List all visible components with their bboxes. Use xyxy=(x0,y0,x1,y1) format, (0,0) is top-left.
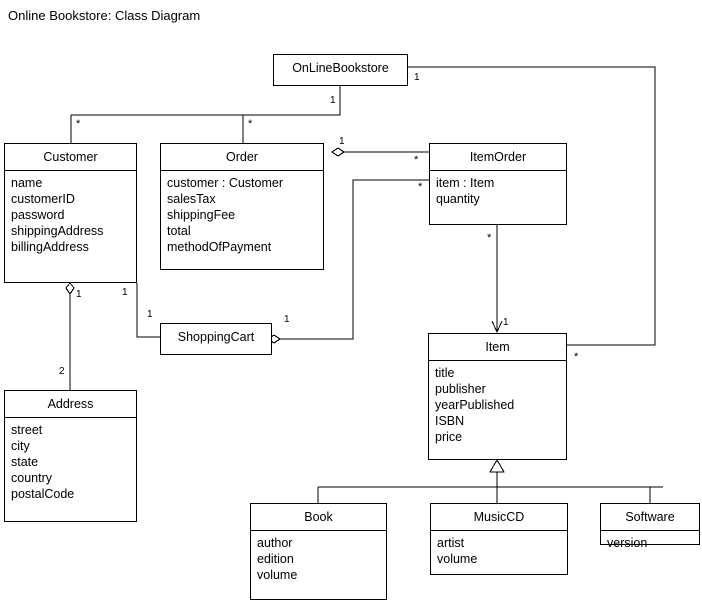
class-box-book[interactable]: Book author edition volume xyxy=(250,503,387,600)
attribute-item: postalCode xyxy=(11,487,75,501)
attribute-item: item : Item xyxy=(436,176,495,190)
class-name-customer: Customer xyxy=(43,150,98,164)
attribute-item: password xyxy=(11,208,65,222)
class-name-shoppingcart: ShoppingCart xyxy=(177,330,255,344)
attribute-item: edition xyxy=(257,552,294,566)
attribute-list-book: author edition volume xyxy=(251,531,386,587)
class-name-itemorder: ItemOrder xyxy=(469,150,527,164)
attribute-item: street xyxy=(11,423,43,437)
attribute-item: shippingAddress xyxy=(11,224,104,238)
class-name-address: Address xyxy=(47,397,94,411)
attribute-item: yearPublished xyxy=(435,398,515,412)
attribute-list-order: customer : Customer salesTax shippingFee… xyxy=(161,171,323,259)
attribute-item: version xyxy=(607,536,648,550)
class-box-item[interactable]: Item title publisher yearPublished ISBN … xyxy=(428,333,567,460)
multiplicity-label: 1 xyxy=(339,136,345,147)
multiplicity-label: 1 xyxy=(147,309,153,320)
diamond-customer xyxy=(65,282,75,295)
attribute-item: artist xyxy=(437,536,465,550)
multiplicity-label: * xyxy=(418,181,423,193)
attribute-item: title xyxy=(435,366,455,380)
attribute-item: volume xyxy=(257,568,298,582)
class-name-software: Software xyxy=(625,510,675,524)
multiplicity-label: 2 xyxy=(59,366,65,377)
class-box-musiccd[interactable]: MusicCD artist volume xyxy=(430,503,568,575)
attribute-list-musiccd: artist volume xyxy=(431,531,567,571)
multiplicity-label: 1 xyxy=(330,95,336,106)
attribute-item: methodOfPayment xyxy=(167,240,272,254)
class-box-customer[interactable]: Customer name customerID password shippi… xyxy=(4,143,137,283)
multiplicity-label: 1 xyxy=(76,289,82,300)
attribute-item: volume xyxy=(437,552,478,566)
multiplicity-label: * xyxy=(414,154,419,166)
multiplicity-label: 1 xyxy=(503,317,509,328)
edge-bookstore-bus xyxy=(71,86,341,116)
class-name-item: Item xyxy=(485,340,510,354)
attribute-item: state xyxy=(11,455,39,469)
attribute-item: billingAddress xyxy=(11,240,89,254)
attribute-item: author xyxy=(257,536,293,550)
attribute-item: city xyxy=(11,439,30,453)
attribute-item: country xyxy=(11,471,52,485)
generalization-triangle xyxy=(489,459,505,473)
multiplicity-label: * xyxy=(487,232,492,244)
attribute-list-customer: name customerID password shippingAddress… xyxy=(5,171,136,259)
attribute-list-itemorder: item : Item quantity xyxy=(430,171,566,211)
attribute-item: ISBN xyxy=(435,414,465,428)
class-name-musiccd: MusicCD xyxy=(473,510,525,524)
diamond-order xyxy=(331,147,345,157)
attribute-item: shippingFee xyxy=(167,208,236,222)
class-box-onlinebookstore[interactable]: OnLineBookstore xyxy=(273,54,408,86)
attribute-item: name xyxy=(11,176,43,190)
attribute-list-item: title publisher yearPublished ISBN price xyxy=(429,361,566,449)
class-box-shoppingcart[interactable]: ShoppingCart xyxy=(160,323,272,355)
class-name-onlinebookstore: OnLineBookstore xyxy=(292,61,389,75)
multiplicity-label: * xyxy=(574,351,579,363)
attribute-item: salesTax xyxy=(167,192,216,206)
class-diagram-canvas: Online Bookstore: Class Diagram OnLineBo… xyxy=(0,0,702,610)
multiplicity-label: 1 xyxy=(284,314,290,325)
class-box-itemorder[interactable]: ItemOrder item : Item quantity xyxy=(429,143,567,225)
attribute-list-software: version xyxy=(601,531,699,555)
class-box-order[interactable]: Order customer : Customer salesTax shipp… xyxy=(160,143,324,270)
attribute-list-address: street city state country postalCode xyxy=(5,418,136,506)
attribute-item: customerID xyxy=(11,192,75,206)
attribute-item: total xyxy=(167,224,191,238)
class-name-book: Book xyxy=(304,510,333,524)
multiplicity-label: 1 xyxy=(122,287,128,298)
class-name-order: Order xyxy=(226,150,258,164)
multiplicity-label: * xyxy=(76,118,81,130)
multiplicity-label: 1 xyxy=(414,72,420,83)
multiplicity-label: * xyxy=(248,118,253,130)
class-box-software[interactable]: Software version xyxy=(600,503,700,550)
class-box-address[interactable]: Address street city state country postal… xyxy=(4,390,137,522)
attribute-item: publisher xyxy=(435,382,486,396)
attribute-item: quantity xyxy=(436,192,480,206)
attribute-item: price xyxy=(435,430,463,444)
attribute-item: customer : Customer xyxy=(167,176,284,190)
